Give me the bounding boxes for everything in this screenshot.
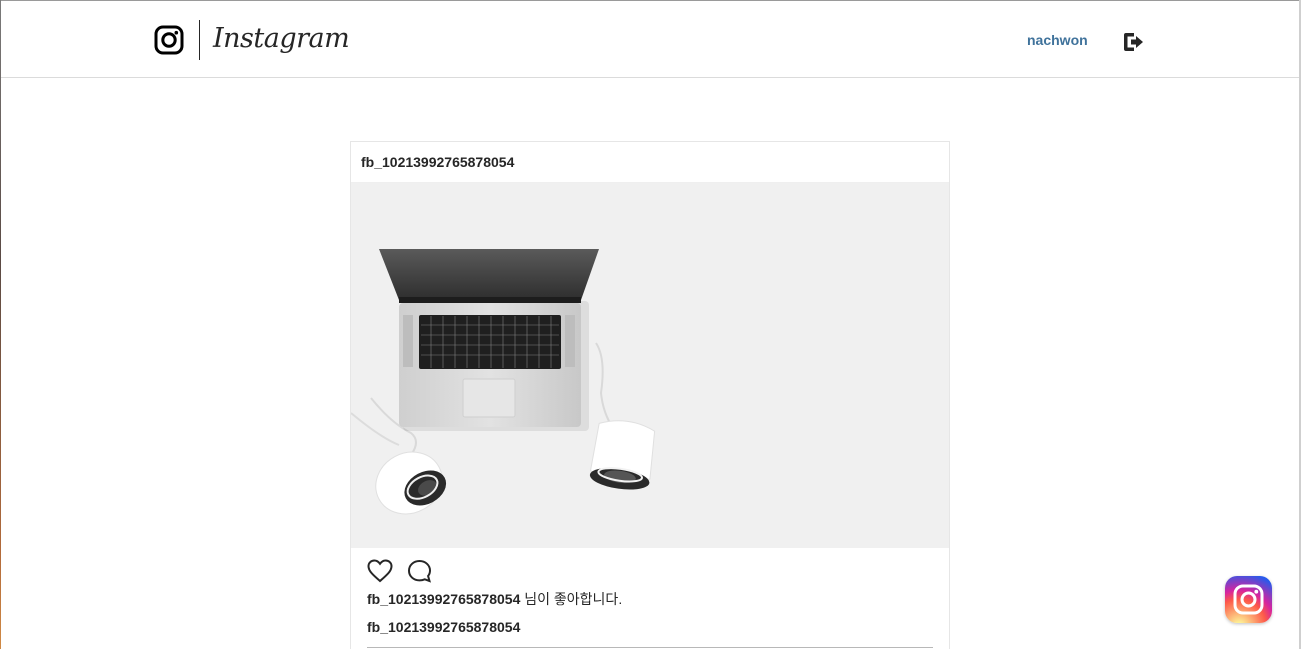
likes-suffix-text: 님이 좋아합니다. <box>520 591 623 607</box>
profile-username-link[interactable]: nachwon <box>1027 32 1088 48</box>
likes-summary: fb_10213992765878054 님이 좋아합니다. <box>367 589 622 609</box>
post-author-username[interactable]: fb_10213992765878054 <box>361 154 514 170</box>
liker-username[interactable]: fb_10213992765878054 <box>367 591 520 607</box>
laptop-speakers-illustration <box>351 249 656 515</box>
instagram-app-glyph-icon <box>1233 584 1264 615</box>
instagram-wordmark-logo[interactable]: Instagram <box>213 19 350 59</box>
instagram-app-icon[interactable] <box>1225 576 1272 623</box>
feed-post-card: fb_10213992765878054 fb_1021399276587805… <box>350 141 950 649</box>
heart-outline-icon[interactable] <box>367 559 393 583</box>
logo-divider <box>199 20 200 60</box>
top-navbar: Instagram nachwon <box>1 1 1299 78</box>
post-photo[interactable] <box>351 183 949 548</box>
instagram-glyph-icon[interactable] <box>154 25 184 55</box>
comment-divider <box>367 647 933 648</box>
logout-icon[interactable] <box>1121 31 1145 53</box>
window-left-border <box>0 0 1 649</box>
post-actions <box>367 557 433 585</box>
comment-bubble-icon[interactable] <box>407 559 433 583</box>
caption-author-username[interactable]: fb_10213992765878054 <box>367 619 520 635</box>
post-header: fb_10213992765878054 <box>351 142 949 183</box>
